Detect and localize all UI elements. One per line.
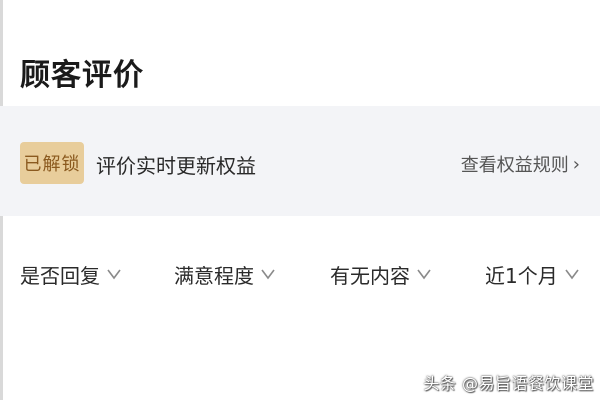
- view-rules-label: 查看权益规则: [460, 155, 569, 176]
- filter-label: 满意程度: [174, 263, 254, 288]
- chevron-down-icon: [107, 269, 121, 280]
- filter-bar: 是否回复 满意程度 有无内容 近1个月: [0, 250, 600, 298]
- filter-satisfaction[interactable]: 满意程度: [174, 250, 276, 298]
- chevron-down-icon: [565, 269, 579, 280]
- filter-label: 是否回复: [20, 263, 100, 288]
- watermark: 头条 @易旨语餐饮课堂: [423, 374, 594, 393]
- customer-review-page: 顾客评价 已解锁 评价实时更新权益 查看权益规则 › 是否回复 满意程度 有无内…: [0, 0, 600, 400]
- chevron-right-icon: ›: [572, 153, 580, 175]
- chevron-down-icon: [417, 269, 431, 280]
- banner-text: 评价实时更新权益: [96, 154, 256, 178]
- chevron-down-icon: [261, 269, 275, 280]
- unlocked-badge: 已解锁: [20, 142, 84, 184]
- filter-replied[interactable]: 是否回复: [20, 250, 122, 298]
- filter-label: 有无内容: [330, 263, 410, 288]
- filter-has-content[interactable]: 有无内容: [330, 250, 432, 298]
- page-title: 顾客评价: [20, 58, 144, 93]
- filter-time-range[interactable]: 近1个月: [485, 250, 580, 298]
- filter-label: 近1个月: [485, 263, 558, 288]
- view-rules-link[interactable]: 查看权益规则 ›: [461, 151, 580, 177]
